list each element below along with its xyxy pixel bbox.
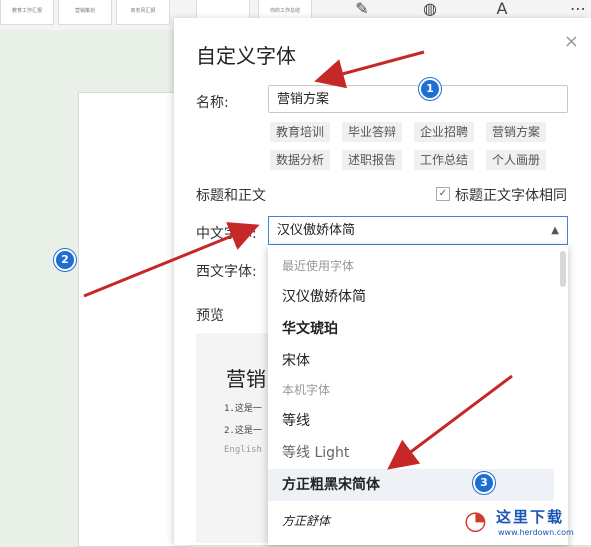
watermark-title: 这里下载 bbox=[496, 508, 565, 526]
template-thumb[interactable]: 营销策划 bbox=[58, 0, 112, 25]
swirl-logo-icon: ◔ bbox=[464, 506, 487, 536]
preset-tag[interactable]: 营销方案 bbox=[486, 122, 547, 142]
font-option[interactable]: 汉仪傲娇体简 bbox=[268, 281, 554, 313]
step-badge: 1 bbox=[419, 78, 441, 100]
preview-title: 营销 bbox=[226, 367, 266, 391]
preview-line: English T bbox=[224, 445, 273, 455]
preset-tag[interactable]: 工作总结 bbox=[414, 150, 475, 170]
same-font-checkbox[interactable]: ✓ bbox=[436, 187, 450, 201]
preset-tag[interactable]: 教育培训 bbox=[270, 122, 331, 142]
preset-tag[interactable]: 个人画册 bbox=[486, 150, 547, 170]
step-badge: 3 bbox=[473, 472, 495, 494]
palette-icon[interactable]: ◍ bbox=[418, 0, 442, 20]
chinese-font-value: 汉仪傲娇体简 bbox=[277, 223, 356, 238]
preview-label: 预览 bbox=[196, 308, 224, 324]
recent-fonts-header: 最近使用字体 bbox=[282, 259, 355, 273]
name-input[interactable]: 营销方案 bbox=[268, 85, 568, 113]
paint-icon[interactable]: ✎ bbox=[350, 0, 374, 20]
template-thumb[interactable]: 教育工作汇报 bbox=[0, 0, 54, 25]
preset-tag[interactable]: 企业招聘 bbox=[414, 122, 475, 142]
step-badge: 2 bbox=[54, 249, 76, 271]
font-option[interactable]: 等线 Light bbox=[268, 437, 554, 469]
font-option[interactable]: 等线 bbox=[268, 405, 554, 437]
western-font-label: 西文字体: bbox=[196, 264, 257, 280]
font-option[interactable]: 宋体 bbox=[268, 345, 554, 377]
preview-line: 1.这是一 bbox=[224, 404, 262, 414]
chinese-font-label: 中文字体: bbox=[196, 226, 257, 242]
font-dropdown-list: 最近使用字体 汉仪傲娇体简 华文琥珀 宋体 本机字体 等线 等线 Light 方… bbox=[268, 245, 568, 545]
watermark: ◔ 这里下载 www.herdown.com bbox=[464, 506, 584, 542]
dropdown-scrollbar[interactable] bbox=[560, 251, 566, 287]
more-icon[interactable]: ⋯ bbox=[566, 0, 590, 20]
preview-line: 2.这是一 bbox=[224, 426, 262, 436]
preset-tag[interactable]: 述职报告 bbox=[342, 150, 403, 170]
chinese-font-select[interactable]: 汉仪傲娇体简 ▲ bbox=[268, 216, 568, 245]
same-font-label: 标题正文字体相同 bbox=[455, 188, 567, 204]
dialog-title: 自定义字体 bbox=[196, 44, 296, 68]
text-format-icon[interactable]: A bbox=[490, 0, 514, 20]
preset-tag[interactable]: 数据分析 bbox=[270, 150, 331, 170]
font-option-selected[interactable]: 方正粗黑宋简体 bbox=[268, 469, 554, 501]
preview-panel: 营销 1.这是一 2.这是一 English T bbox=[196, 333, 276, 543]
close-icon[interactable]: × bbox=[564, 31, 579, 52]
local-fonts-header: 本机字体 bbox=[282, 383, 331, 397]
font-option[interactable]: 华文琥珀 bbox=[268, 313, 554, 345]
chevron-down-icon[interactable]: ▲ bbox=[551, 217, 559, 244]
preset-tag[interactable]: 毕业答辩 bbox=[342, 122, 403, 142]
watermark-url: www.herdown.com bbox=[498, 528, 574, 537]
template-thumb[interactable]: 商务风汇报 bbox=[116, 0, 170, 25]
section-label: 标题和正文 bbox=[196, 188, 266, 204]
custom-font-dialog: 自定义字体 × 名称: 营销方案 教育培训 毕业答辩 企业招聘 营销方案 数据分… bbox=[174, 18, 591, 545]
name-label: 名称: bbox=[196, 95, 229, 111]
